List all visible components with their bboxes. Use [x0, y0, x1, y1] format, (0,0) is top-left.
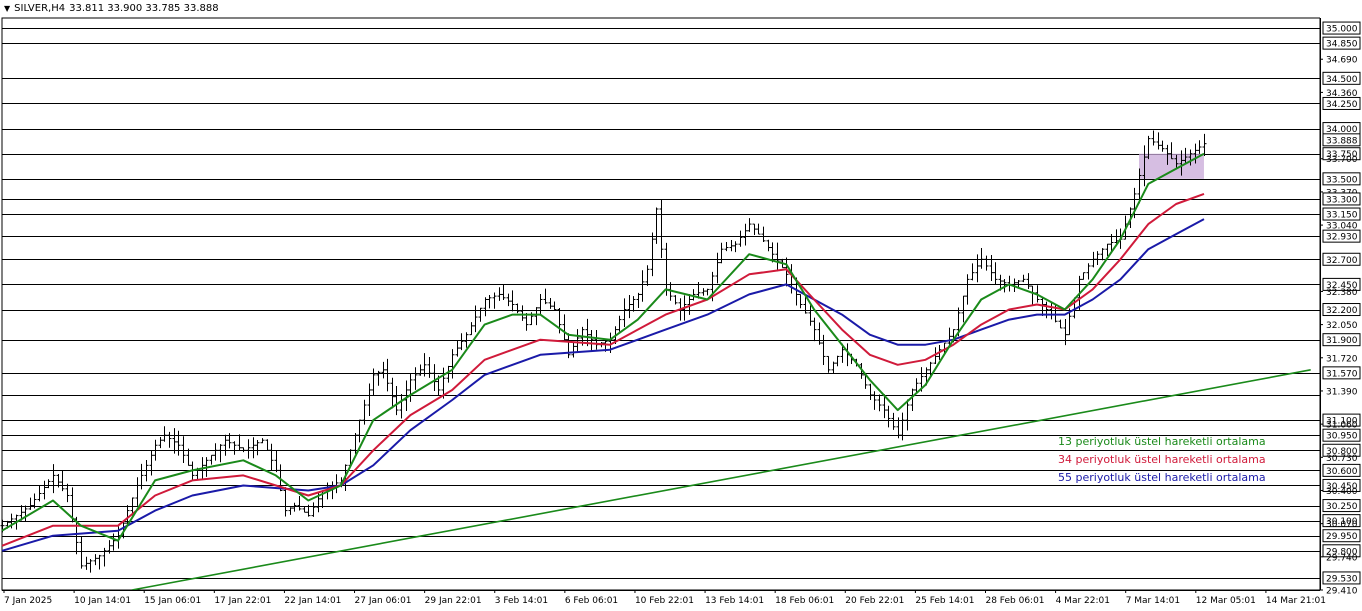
- time-tick-label: 7 Jan 2025: [4, 596, 52, 606]
- legend-ema34: 34 periyotluk üstel hareketli ortalama: [1058, 453, 1266, 466]
- legend-ema55: 55 periyotluk üstel hareketli ortalama: [1058, 471, 1266, 484]
- price-tick-label: 34.500: [1326, 75, 1358, 85]
- price-tick-label: 31.720: [1326, 354, 1358, 364]
- time-tick-label: 15 Jan 06:01: [144, 596, 201, 606]
- legend-ema13-text: 13 periyotluk üstel hareketli ortalama: [1058, 435, 1266, 448]
- price-tick-label: 30.400: [1326, 487, 1358, 497]
- time-tick-label: 10 Jan 14:01: [74, 596, 131, 606]
- price-tick-label: 31.390: [1326, 387, 1358, 397]
- price-tick-label: 34.250: [1326, 100, 1358, 110]
- ohlc-label: 33.811 33.900 33.785 33.888: [69, 3, 219, 14]
- time-tick-label: 17 Jan 22:01: [214, 596, 271, 606]
- time-tick-label: 12 Mar 05:01: [1196, 596, 1256, 606]
- legend-ema13: 13 periyotluk üstel hareketli ortalama: [1058, 435, 1266, 448]
- symbol-label: SILVER,H4: [14, 3, 66, 14]
- price-tick-label: 30.950: [1326, 432, 1358, 442]
- price-tick-label: 32.200: [1326, 306, 1358, 316]
- time-tick-label: 13 Feb 14:01: [705, 596, 764, 606]
- price-tick-label: 32.700: [1326, 256, 1358, 266]
- price-tick-label: 33.500: [1326, 175, 1358, 185]
- price-tick-label: 32.930: [1326, 233, 1358, 243]
- time-tick-label: 28 Feb 06:01: [985, 596, 1044, 606]
- price-tick-label: 30.070: [1326, 520, 1358, 530]
- price-tick-label: 33.888: [1326, 136, 1358, 146]
- time-tick-label: 6 Feb 06:01: [565, 596, 618, 606]
- chart-header: ▼ SILVER,H4 33.811 33.900 33.785 33.888: [4, 3, 219, 14]
- price-tick-label: 29.950: [1326, 532, 1358, 542]
- time-tick-label: 7 Mar 14:01: [1126, 596, 1180, 606]
- time-tick-label: 20 Feb 22:01: [845, 596, 904, 606]
- price-tick-label: 31.900: [1326, 336, 1358, 346]
- time-tick-label: 18 Feb 06:01: [775, 596, 834, 606]
- time-tick-label: 14 Mar 21:01: [1266, 596, 1326, 606]
- time-tick-label: 3 Feb 14:01: [495, 596, 548, 606]
- price-tick-label: 30.730: [1326, 454, 1358, 464]
- price-tick-label: 32.380: [1326, 288, 1358, 298]
- price-tick-label: 35.000: [1326, 25, 1358, 35]
- triangle-down-icon[interactable]: ▼: [4, 4, 10, 13]
- price-tick-label: 34.690: [1326, 56, 1358, 66]
- time-tick-label: 10 Feb 22:01: [635, 596, 694, 606]
- legend-ema55-text: 55 periyotluk üstel hareketli ortalama: [1058, 471, 1266, 484]
- price-tick-label: 30.600: [1326, 467, 1358, 477]
- price-tick-label: 30.250: [1326, 502, 1358, 512]
- chart-window[interactable]: 35.000 34.850 34.690 34.500 34.360 34.250 34.0…: [0, 0, 1362, 611]
- price-tick-label: 32.050: [1326, 321, 1358, 331]
- time-tick-label: 29 Jan 22:01: [425, 596, 482, 606]
- price-tick-label: 33.150: [1326, 211, 1358, 221]
- time-tick-label: 4 Mar 22:01: [1056, 596, 1110, 606]
- price-tick-label: 29.410: [1326, 587, 1358, 597]
- price-tick-label: 29.530: [1326, 574, 1358, 584]
- price-chart[interactable]: 35.00034.85034.69034.50034.36034.25034.0…: [0, 0, 1362, 611]
- time-tick-label: 22 Jan 14:01: [284, 596, 341, 606]
- time-tick-label: 27 Jan 06:01: [355, 596, 412, 606]
- time-tick-label: 25 Feb 14:01: [915, 596, 974, 606]
- price-tick-label: 29.740: [1326, 553, 1358, 563]
- legend-ema34-text: 34 periyotluk üstel hareketli ortalama: [1058, 453, 1266, 466]
- price-tick-label: 34.850: [1326, 40, 1358, 50]
- price-tick-label: 31.570: [1326, 369, 1358, 379]
- price-tick-label: 33.300: [1326, 195, 1358, 205]
- price-tick-label: 33.700: [1326, 155, 1358, 165]
